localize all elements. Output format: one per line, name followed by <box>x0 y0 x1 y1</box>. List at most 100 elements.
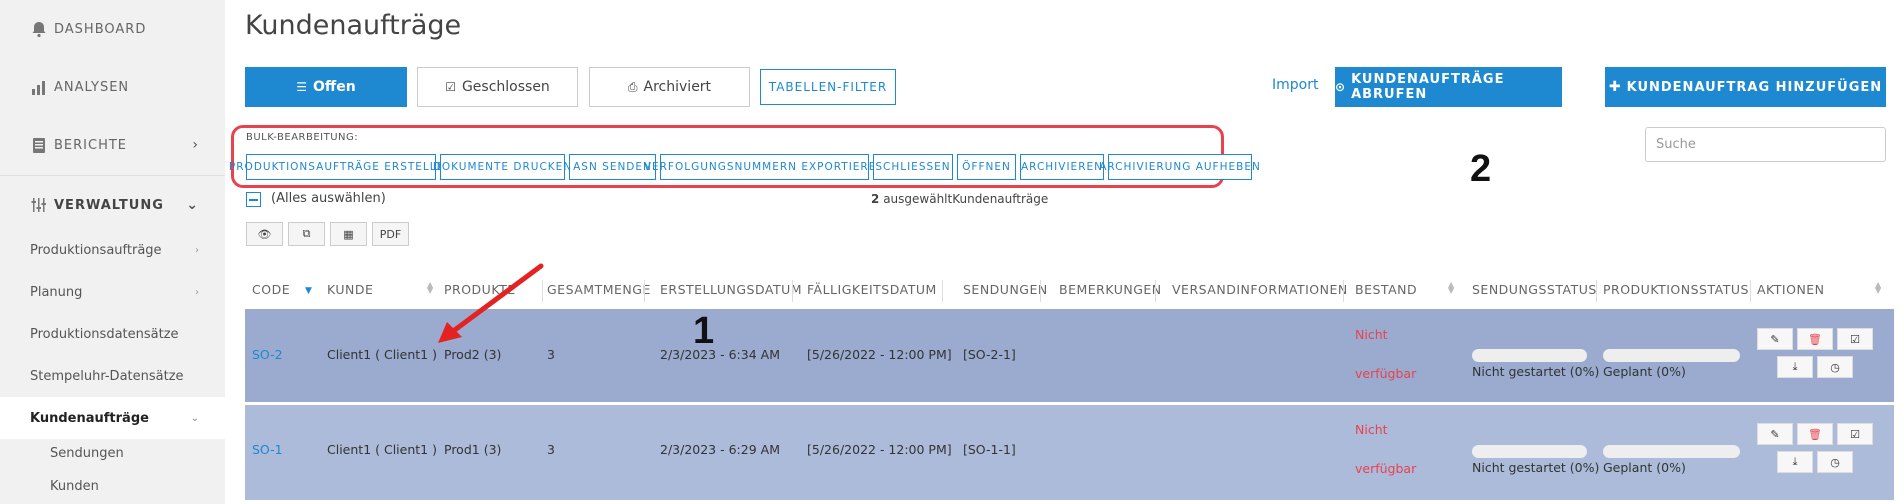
row-bestand-line1: Nicht <box>1355 327 1388 342</box>
sidebar-item-label: Kundenaufträge <box>30 410 149 426</box>
fetch-orders-button[interactable]: ⊙ KUNDENAUFTRÄGE ABRUFEN <box>1335 67 1562 107</box>
header-gesamtmenge-label: GESAMTMENGE <box>547 282 651 297</box>
sliders-icon <box>28 194 50 216</box>
row-bestand-line2: verfügbar <box>1355 366 1417 381</box>
row-code-link[interactable]: SO-2 <box>252 347 283 362</box>
sidebar-item-planung[interactable]: Planung › <box>0 271 225 313</box>
shipment-progress-bar <box>1472 445 1587 458</box>
search-input[interactable] <box>1645 127 1886 162</box>
header-faelligkeitsdatum[interactable]: FÄLLIGKEITSDATUM <box>807 282 937 297</box>
divider <box>1155 280 1156 302</box>
bulk-export-tracking-button[interactable]: VERFOLGUNGSNUMMERN EXPORTIEREN <box>644 154 884 180</box>
header-bemerkungen[interactable]: BEMERKUNGEN <box>1059 282 1162 297</box>
divider <box>942 280 943 302</box>
sidebar-item-produktionsdatensaetze[interactable]: Produktionsdatensätze <box>0 313 225 355</box>
pdf-button[interactable]: PDF <box>372 222 409 246</box>
header-aktionen[interactable]: AKTIONEN <box>1757 282 1825 297</box>
header-produktionsstatus-label: PRODUKTIONSSTATUS <box>1603 282 1749 297</box>
delete-button[interactable]: 🗑 <box>1797 423 1833 445</box>
sidebar-item-kunden[interactable]: Kunden <box>50 479 99 494</box>
plus-icon: ✚ <box>1608 79 1622 95</box>
main-content: Kundenaufträge ☰ Offen ☑ Geschlossen ⎙ A… <box>225 0 1904 504</box>
tab-offen[interactable]: ☰ Offen <box>245 67 407 107</box>
view-button[interactable]: 👁 <box>246 222 283 246</box>
bulk-unarchive-button[interactable]: ARCHIVIERUNG AUFHEBEN <box>1099 154 1260 180</box>
edit-button[interactable]: ✎ <box>1757 423 1793 445</box>
copy-button[interactable]: ⧉ <box>288 222 325 246</box>
header-produktionsstatus[interactable]: PRODUKTIONSSTATUS <box>1603 282 1749 297</box>
header-produkte[interactable]: PRODUKTE <box>444 282 516 297</box>
bulk-close-button[interactable]: SCHLIESSEN <box>873 154 953 180</box>
header-bestand[interactable]: BESTAND <box>1355 282 1417 297</box>
sidebar-item-produktionsauftraege[interactable]: Produktionsaufträge › <box>0 229 225 271</box>
bell-icon <box>28 18 50 40</box>
table-filter-button[interactable]: TABELLEN-FILTER <box>760 69 896 105</box>
bulk-archive-button[interactable]: ARCHIVIEREN <box>1020 154 1104 180</box>
header-sendungen[interactable]: SENDUNGEN <box>963 282 1048 297</box>
row-sendungen: [SO-1-1] <box>963 442 1016 457</box>
row-code-link[interactable]: SO-1 <box>252 442 283 457</box>
nav-dashboard[interactable]: DASHBOARD <box>0 0 225 58</box>
delete-button[interactable]: 🗑 <box>1797 328 1833 350</box>
add-order-button[interactable]: ✚ KUNDENAUFTRAG HINZUFÜGEN <box>1605 67 1886 107</box>
inbox-icon: ⎙ <box>627 79 638 94</box>
sidebar-item-kundenauftraege[interactable]: Kundenaufträge ⌄ <box>0 397 225 439</box>
nav-analysen[interactable]: ANALYSEN <box>0 58 225 116</box>
divider <box>644 280 645 302</box>
nav-berichte-label: BERICHTE <box>54 137 128 153</box>
nav-verwaltung[interactable]: VERWALTUNG ⌄ <box>0 176 225 234</box>
trash-icon: 🗑 <box>1808 332 1822 346</box>
selected-count-info: 2 ausgewähltKundenaufträge <box>871 192 1048 206</box>
row-produktionsstatus: Geplant (0%) <box>1603 460 1686 475</box>
table-view-button[interactable]: ▦ <box>330 222 367 246</box>
header-sendungsstatus[interactable]: SENDUNGSSTATUS <box>1472 282 1597 297</box>
download-button[interactable]: ⤓ <box>1777 451 1813 473</box>
confirm-button[interactable]: ☑ <box>1837 328 1873 350</box>
divider <box>1343 280 1344 302</box>
tab-archiviert[interactable]: ⎙ Archiviert <box>589 67 750 107</box>
header-code[interactable]: CODE <box>252 282 290 297</box>
header-erstellungsdatum[interactable]: ERSTELLUNGSDATUM <box>660 282 802 297</box>
select-all-label: (Alles auswählen) <box>271 191 386 206</box>
row-kunde: Client1 ( Client1 ) <box>327 347 437 362</box>
bulk-open-button[interactable]: ÖFFNEN <box>957 154 1016 180</box>
header-versandinformationen[interactable]: VERSANDINFORMATIONEN <box>1172 282 1348 297</box>
sidebar-item-sendungen[interactable]: Sendungen <box>50 446 124 461</box>
bulk-label: BULK-BEARBEITUNG: <box>246 132 359 143</box>
divider <box>1040 280 1041 302</box>
header-produkte-label: PRODUKTE <box>444 282 516 297</box>
trash-icon: 🗑 <box>1808 427 1822 441</box>
header-gesamtmenge[interactable]: GESAMTMENGE <box>547 282 651 297</box>
nav-verwaltung-label: VERWALTUNG <box>54 197 164 213</box>
row-produktionsstatus: Geplant (0%) <box>1603 364 1686 379</box>
row-bestand-line2: verfügbar <box>1355 461 1417 476</box>
tab-geschlossen[interactable]: ☑ Geschlossen <box>417 67 578 107</box>
row-faelligkeit: [5/26/2022 - 12:00 PM] <box>807 442 952 457</box>
edit-button[interactable]: ✎ <box>1757 328 1793 350</box>
tab-geschlossen-label: Geschlossen <box>461 79 550 95</box>
table-row[interactable]: SO-1 Client1 ( Client1 ) Prod1 (3) 3 2/3… <box>245 405 1894 500</box>
download-button[interactable]: ⤓ <box>1777 356 1813 378</box>
history-button[interactable]: ◷ <box>1817 356 1853 378</box>
row-bestand-line1: Nicht <box>1355 422 1388 437</box>
table-row[interactable]: SO-2 Client1 ( Client1 ) Prod2 (3) 3 2/3… <box>245 309 1894 402</box>
select-all-checkbox[interactable] <box>246 192 261 207</box>
row-sendungsstatus: Nicht gestartet (0%) <box>1472 460 1600 475</box>
bulk-create-production-orders-button[interactable]: PRODUKTIONSAUFTRÄGE ERSTELLEN <box>229 154 452 180</box>
import-link[interactable]: Import <box>1272 77 1318 93</box>
tab-archiviert-label: Archiviert <box>643 79 712 95</box>
history-button[interactable]: ◷ <box>1817 451 1853 473</box>
confirm-button[interactable]: ☑ <box>1837 423 1873 445</box>
bulk-print-documents-button[interactable]: DOKUMENTE DRUCKEN <box>433 154 571 180</box>
nav-berichte[interactable]: BERICHTE › <box>0 116 225 174</box>
sidebar: DASHBOARD ANALYSEN BERICHTE › VERWALTUNG… <box>0 0 225 504</box>
header-kunde[interactable]: KUNDE <box>327 282 373 297</box>
download-icon: ⤓ <box>1792 360 1798 373</box>
chevron-down-icon: ⌄ <box>190 412 199 424</box>
check-square-icon: ☑ <box>1850 332 1860 346</box>
bar-chart-icon <box>28 76 50 98</box>
divider <box>1596 280 1597 302</box>
header-kunde-label: KUNDE <box>327 282 374 297</box>
sidebar-item-stempeluhr[interactable]: Stempeluhr-Datensätze <box>0 355 225 397</box>
header-faelligkeitsdatum-label: FÄLLIGKEITSDATUM <box>807 282 937 297</box>
